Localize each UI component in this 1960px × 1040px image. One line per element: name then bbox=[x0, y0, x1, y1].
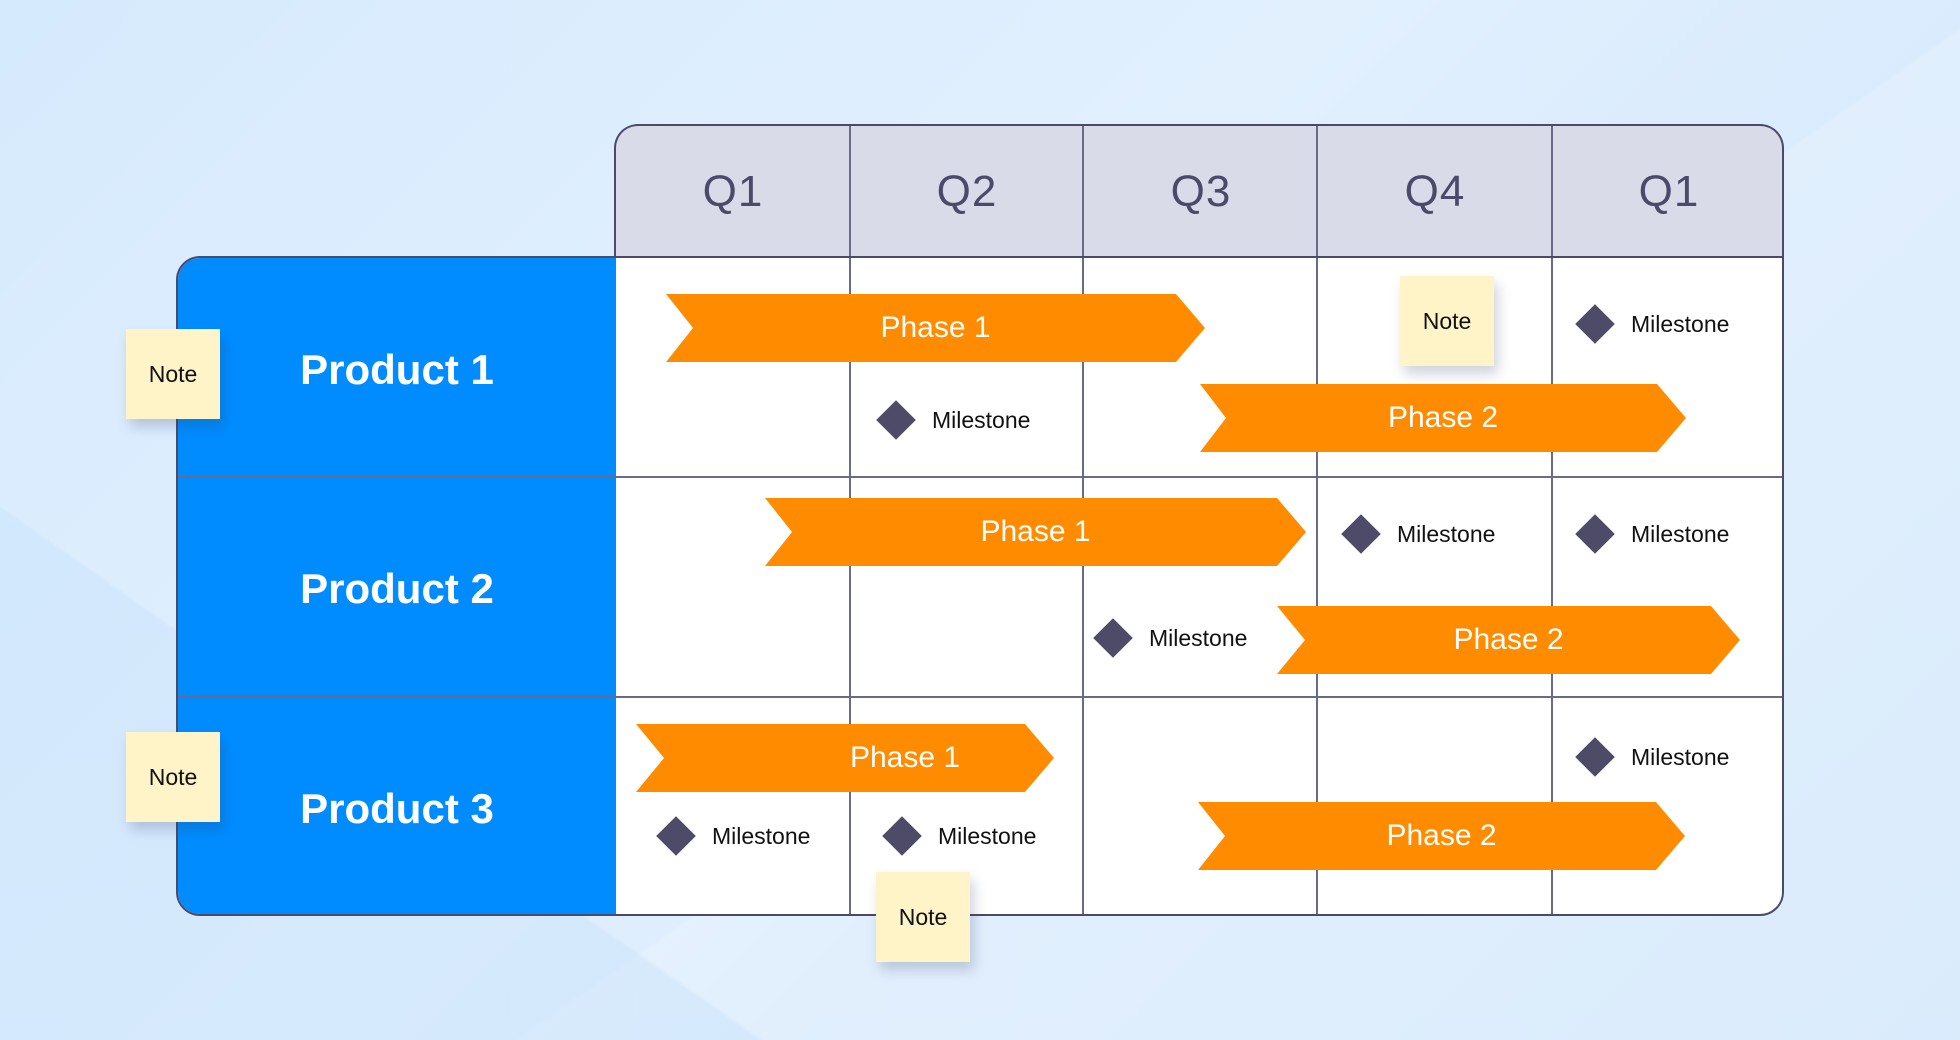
milestone-label: Milestone bbox=[712, 822, 811, 849]
quarter-header: Q1 Q2 Q3 Q4 Q1 bbox=[614, 124, 1784, 256]
milestone-label: Milestone bbox=[1631, 310, 1730, 337]
milestone-label: Milestone bbox=[1397, 520, 1496, 547]
sticky-note[interactable]: Note bbox=[126, 732, 220, 822]
quarter-header-q1: Q1 bbox=[702, 167, 764, 216]
diamond-icon bbox=[656, 816, 696, 856]
milestone-label: Milestone bbox=[1149, 624, 1248, 651]
diamond-icon bbox=[1341, 514, 1381, 554]
sticky-note[interactable]: Note bbox=[1400, 276, 1494, 366]
milestone-label: Milestone bbox=[1631, 743, 1730, 770]
quarter-header-q4: Q4 bbox=[1404, 167, 1466, 216]
phase-label: Phase 2 bbox=[1387, 401, 1499, 434]
sticky-note[interactable]: Note bbox=[126, 329, 220, 419]
diamond-icon bbox=[1575, 304, 1615, 344]
diamond-icon bbox=[1575, 737, 1615, 777]
quarter-header-q2: Q2 bbox=[936, 167, 998, 216]
milestone-product1-q2[interactable]: Milestone bbox=[876, 400, 1030, 440]
milestone-product2-q1-next[interactable]: Milestone bbox=[1575, 514, 1729, 554]
product-column: Product 1 Product 2 Product 3 bbox=[178, 258, 616, 914]
phase-bar-product1-phase2[interactable]: Phase 2 bbox=[1200, 384, 1686, 452]
milestone-product3-q2[interactable]: Milestone bbox=[882, 816, 1036, 856]
milestone-product3-q1-next[interactable]: Milestone bbox=[1575, 737, 1729, 777]
phase-bar-product3-phase2[interactable]: Phase 2 bbox=[1198, 802, 1685, 870]
phase-label: Phase 1 bbox=[980, 515, 1091, 548]
quarter-header-q3: Q3 bbox=[1170, 167, 1232, 216]
row-divider bbox=[178, 696, 1782, 698]
milestone-product2-q3[interactable]: Milestone bbox=[1093, 618, 1247, 658]
phase-label: Phase 1 bbox=[880, 311, 991, 344]
phase-bar-product1-phase1[interactable]: Phase 1 bbox=[666, 294, 1205, 362]
diamond-icon bbox=[1093, 618, 1133, 658]
milestone-product2-q4[interactable]: Milestone bbox=[1341, 514, 1495, 554]
phase-bar-product2-phase2[interactable]: Phase 2 bbox=[1277, 606, 1740, 674]
phase-bar-product3-phase1[interactable]: Phase 1 bbox=[636, 724, 1054, 792]
milestone-product3-q1[interactable]: Milestone bbox=[656, 816, 810, 856]
row-divider bbox=[178, 476, 1782, 478]
diamond-icon bbox=[1575, 514, 1615, 554]
milestone-label: Milestone bbox=[938, 822, 1037, 849]
phase-label: Phase 1 bbox=[849, 741, 961, 774]
milestone-product1-q1-next[interactable]: Milestone bbox=[1575, 304, 1729, 344]
diamond-icon bbox=[882, 816, 922, 856]
product-label-3: Product 3 bbox=[300, 785, 494, 832]
milestone-label: Milestone bbox=[932, 406, 1031, 433]
sticky-note[interactable]: Note bbox=[876, 872, 970, 962]
milestone-label: Milestone bbox=[1631, 520, 1730, 547]
diamond-icon bbox=[876, 400, 916, 440]
phase-label: Phase 2 bbox=[1386, 819, 1497, 852]
product-label-1: Product 1 bbox=[300, 346, 494, 393]
quarter-header-q1-next: Q1 bbox=[1638, 167, 1700, 216]
phase-bar-product2-phase1[interactable]: Phase 1 bbox=[765, 498, 1306, 566]
product-label-2: Product 2 bbox=[300, 565, 494, 612]
phase-label: Phase 2 bbox=[1453, 623, 1564, 656]
